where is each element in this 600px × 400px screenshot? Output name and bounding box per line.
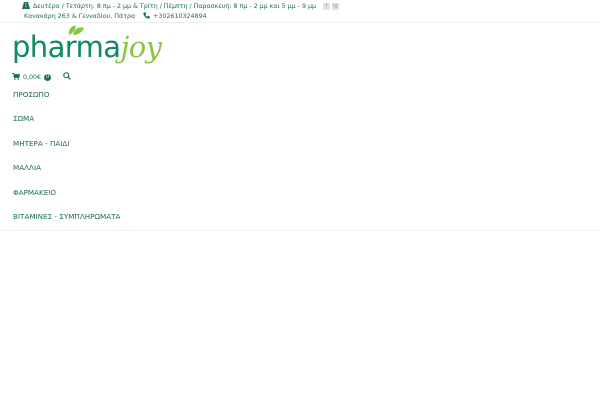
top-info-bar: Δευτέρα / Τετάρτη: 8 πμ - 2 μμ & Τρίτη /… bbox=[0, 0, 600, 23]
menu-item-prosopo[interactable]: ΠΡΟΣΩΠΟ bbox=[13, 90, 50, 99]
cart-icon[interactable] bbox=[12, 72, 21, 82]
cart-amount[interactable]: 0,00€ bbox=[23, 74, 41, 81]
page: Δευτέρα / Τετάρτη: 8 πμ - 2 μμ & Τρίτη /… bbox=[0, 0, 600, 400]
main-menu: ΠΡΟΣΩΠΟ ΣΩΜΑ ΜΗΤΕΡΑ - ΠΑΙΔΙ ΜΑΛΛΙΑ ΦΑΡΜΑ… bbox=[0, 82, 600, 231]
social-links: f ig bbox=[322, 3, 339, 10]
address-text: Κανακάρη 263 & Γενναδίου, Πάτρα bbox=[24, 13, 136, 20]
menu-item-mallia[interactable]: ΜΑΛΛΙΑ bbox=[13, 163, 41, 172]
phone-link[interactable]: +302610324894 bbox=[143, 12, 207, 21]
facebook-icon[interactable]: f bbox=[322, 3, 330, 10]
logo-wordmark: pharmajoy bbox=[12, 30, 162, 64]
menu-item-soma[interactable]: ΣΩΜΑ bbox=[13, 114, 34, 123]
phone-icon bbox=[143, 12, 150, 21]
menu-item-vitamines[interactable]: ΒΙΤΑΜΙΝΕΣ - ΣΥΜΠΛΗΡΩΜΑΤΑ bbox=[13, 212, 120, 221]
road-icon bbox=[22, 2, 30, 11]
search-icon[interactable] bbox=[63, 72, 71, 82]
menu-item-mitera-paidi[interactable]: ΜΗΤΕΡΑ - ΠΑΙΔΙ bbox=[13, 139, 69, 148]
pharmajoy-logo[interactable]: pharmajoy bbox=[12, 24, 162, 74]
contact-line: Κανακάρη 263 & Γενναδίου, Πάτρα +3026103… bbox=[24, 12, 207, 21]
phone-number: +302610324894 bbox=[153, 13, 207, 20]
instagram-icon[interactable]: ig bbox=[331, 3, 339, 10]
opening-hours: Δευτέρα / Τετάρτη: 8 πμ - 2 μμ & Τρίτη /… bbox=[22, 2, 339, 11]
cart-count-badge: 0 bbox=[44, 73, 52, 81]
menu-item-farmakeio[interactable]: ΦΑΡΜΑΚΕΙΟ bbox=[13, 188, 56, 197]
opening-hours-text: Δευτέρα / Τετάρτη: 8 πμ - 2 μμ & Τρίτη /… bbox=[33, 3, 316, 10]
